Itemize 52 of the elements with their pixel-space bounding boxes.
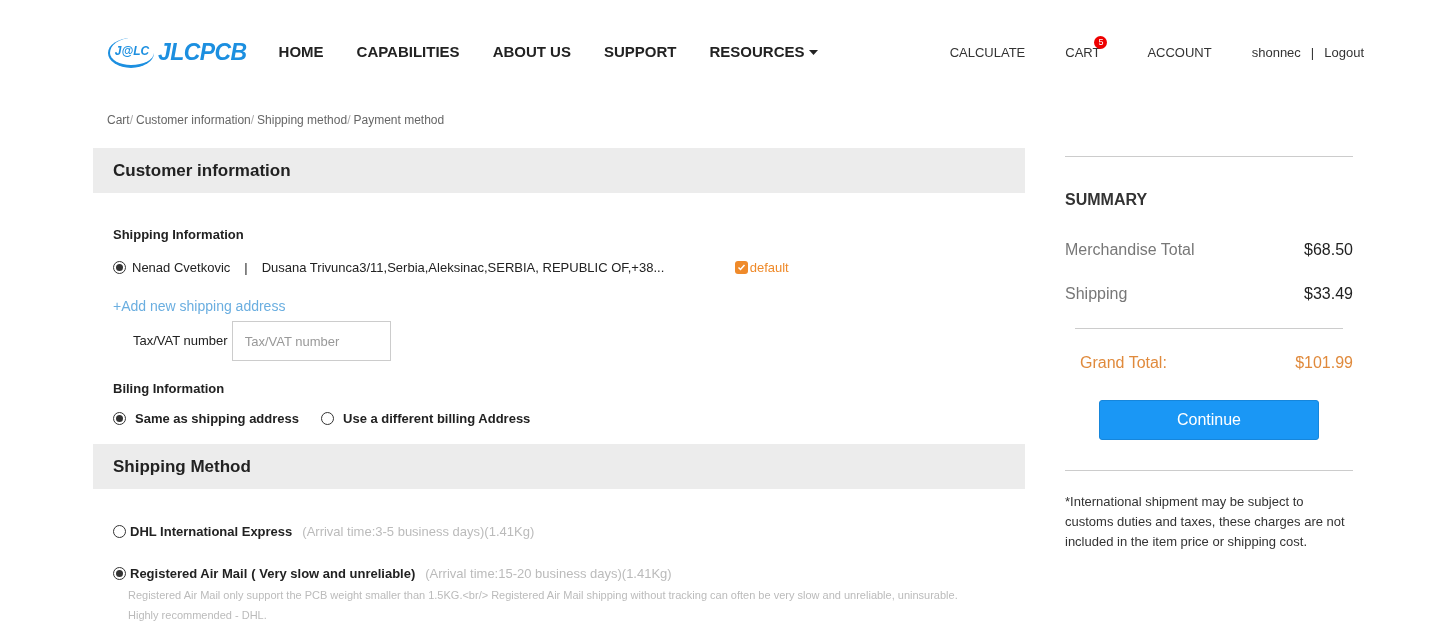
summary-label: Shipping	[1065, 284, 1128, 304]
cart-badge: 5	[1094, 35, 1108, 49]
grand-total-value: $101.99	[1295, 353, 1353, 373]
separator: |	[1310, 43, 1315, 62]
shipping-description: Registered Air Mail only support the PCB weight smaller than 1.5KG.<br/> Registered Air Mail shipping without tracking can often be very slow and unreliable, uninsurable. Highly recommended - DHL.	[128, 588, 959, 623]
default-checkbox[interactable]	[734, 260, 748, 274]
breadcrumb-link[interactable]: Customer information	[136, 111, 251, 129]
breadcrumb-link[interactable]: Shipping method	[257, 111, 348, 129]
arrival-info: (Arrival time:3-5 business days)(1.41Kg)	[302, 523, 535, 541]
breadcrumb-separator: /	[347, 112, 351, 129]
shipping-notice: *International shipment may be subject to customs duties and taxes, these charges are not included in the item price or shipping cost.	[1065, 493, 1346, 551]
radio-button[interactable]	[113, 260, 126, 274]
tax-input[interactable]: Tax/VAT number	[231, 321, 391, 361]
summary-title: SUMMARY	[1065, 190, 1149, 210]
shipping-option-note: ( Very slow and unreliable)	[251, 564, 416, 583]
username[interactable]: shonnec	[1251, 42, 1301, 63]
logout-link[interactable]: Logout	[1324, 42, 1364, 63]
shipping-address: Dusana Trivunca3/11,Serbia,Aleksinac,SERBIA, REPUBLIC OF,+38...	[261, 258, 666, 277]
radio-button[interactable]	[113, 566, 126, 580]
section-title: Customer information	[113, 159, 291, 182]
check-icon	[736, 262, 746, 272]
shipping-option-name[interactable]: Registered Air Mail	[130, 563, 248, 583]
breadcrumb-link[interactable]: Cart	[107, 111, 130, 129]
nav-link[interactable]: CAPABILITIES	[356, 41, 460, 64]
radio-button[interactable]	[321, 411, 334, 425]
nav-link[interactable]: SUPPORT	[603, 41, 677, 64]
radio-label[interactable]: Same as shipping address	[135, 408, 299, 428]
subheading: Biling Information	[113, 380, 226, 398]
breadcrumb-link[interactable]: Payment method	[353, 111, 445, 129]
breadcrumb-separator: /	[250, 112, 255, 129]
nav-link[interactable]: HOME	[278, 41, 324, 64]
radio-button[interactable]	[113, 525, 126, 539]
radio-button[interactable]	[113, 411, 126, 425]
recipient-name: Nenad Cvetkovic	[132, 258, 231, 277]
arrival-info: (Arrival time:15-20 business days)(1.41Kg)	[425, 564, 672, 583]
default-label: default	[749, 258, 789, 277]
subheading: Shipping Information	[113, 226, 245, 244]
nav-link[interactable]: ABOUT US	[492, 41, 571, 64]
shipping-option-name[interactable]: DHL International Express	[130, 522, 293, 542]
grand-total-label: Grand Total:	[1080, 353, 1167, 373]
summary-value: $68.50	[1304, 240, 1353, 260]
summary-value: $33.49	[1304, 284, 1353, 304]
breadcrumb-separator: /	[129, 112, 133, 129]
nav-link[interactable]: RESOURCES	[709, 41, 818, 64]
field-label: Tax/VAT number	[133, 332, 228, 351]
separator: |	[244, 258, 248, 277]
header-link[interactable]: CALCULATE	[949, 42, 1026, 63]
radio-label[interactable]: Use a different billing Address	[343, 408, 531, 428]
summary-label: Merchandise Total	[1065, 240, 1195, 260]
logo-badge: J@LC	[108, 37, 154, 68]
section-title: Shipping Method	[113, 455, 251, 478]
header-link[interactable]: ACCOUNT	[1147, 42, 1212, 63]
